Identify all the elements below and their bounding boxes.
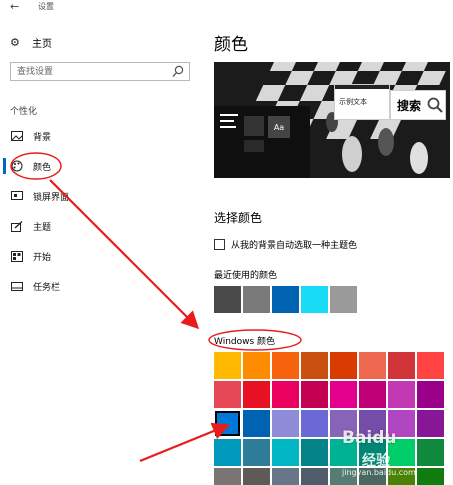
color-swatch[interactable]: [301, 468, 328, 485]
start-menu-preview: [214, 106, 310, 178]
preview-tile: Aa: [268, 116, 290, 138]
sidebar-item-label: 锁屏界面: [33, 192, 70, 203]
color-swatch[interactable]: [272, 410, 299, 437]
sidebar-item-themes[interactable]: 主题: [10, 218, 51, 234]
choose-color-heading: 选择颜色: [214, 211, 263, 225]
theme-brush-icon: [10, 220, 24, 232]
sidebar-item-label: 开始: [33, 252, 52, 263]
color-swatch[interactable]: [301, 410, 328, 437]
sidebar-item-start[interactable]: 开始: [10, 248, 51, 264]
watermark-url: jingyan.baidu.com: [342, 468, 416, 477]
auto-pick-accent-checkbox[interactable]: 从我的背景自动选取一种主题色: [214, 238, 357, 251]
sidebar-item-label: 任务栏: [33, 282, 61, 293]
watermark-sub: 经验: [362, 453, 390, 469]
search-callout-button[interactable]: 搜索: [390, 90, 446, 120]
title-bar: ← 设置: [0, 0, 453, 14]
color-swatch[interactable]: [301, 439, 328, 466]
color-swatch[interactable]: [243, 381, 270, 408]
color-swatch[interactable]: [301, 352, 328, 379]
section-label: 个性化: [10, 107, 38, 117]
color-swatch-selected[interactable]: [214, 410, 241, 437]
sidebar-item-label: 颜色: [33, 162, 52, 173]
sidebar-item-background[interactable]: 背景: [10, 128, 51, 144]
color-swatch[interactable]: [243, 352, 270, 379]
settings-search-box[interactable]: [10, 62, 190, 81]
color-swatch[interactable]: [330, 352, 357, 379]
window-title: 设置: [38, 2, 54, 11]
color-swatch[interactable]: [388, 352, 415, 379]
color-swatch[interactable]: [272, 352, 299, 379]
color-swatch[interactable]: [243, 468, 270, 485]
color-swatch[interactable]: [388, 381, 415, 408]
color-swatch[interactable]: [214, 352, 241, 379]
sidebar-item-lock-screen[interactable]: 锁屏界面: [10, 188, 69, 204]
color-swatch[interactable]: [330, 381, 357, 408]
home-label: 主页: [32, 38, 52, 50]
color-swatch[interactable]: [272, 468, 299, 485]
home-nav-item[interactable]: ⚙ 主页: [10, 34, 52, 50]
color-swatch[interactable]: [272, 439, 299, 466]
color-swatch[interactable]: [243, 439, 270, 466]
lock-screen-icon: [10, 190, 24, 202]
start-grid-icon: [10, 250, 24, 262]
color-swatch[interactable]: [214, 439, 241, 466]
sidebar-item-colors[interactable]: 颜色: [10, 158, 51, 174]
palette-icon: [10, 160, 24, 172]
color-swatch[interactable]: [243, 410, 270, 437]
color-swatch[interactable]: [359, 352, 386, 379]
recent-color-swatch[interactable]: [243, 286, 270, 313]
color-swatch[interactable]: [214, 468, 241, 485]
sample-window: 示例文本: [334, 84, 390, 120]
taskbar-icon: [10, 280, 24, 292]
baidu-logo: Baidu: [342, 428, 397, 448]
sample-text: 示例文本: [339, 98, 367, 106]
magnifier-icon: [427, 97, 443, 113]
checkbox-label: 从我的背景自动选取一种主题色: [231, 241, 358, 251]
picture-icon: [10, 130, 24, 142]
page-title: 颜色: [214, 35, 248, 55]
sidebar-item-taskbar[interactable]: 任务栏: [10, 278, 60, 294]
search-icon[interactable]: [172, 65, 184, 78]
color-swatch[interactable]: [359, 381, 386, 408]
windows-colors-label: Windows 颜色: [214, 337, 276, 347]
recent-colors-label: 最近使用的颜色: [214, 271, 278, 281]
recent-color-swatch[interactable]: [214, 286, 241, 313]
back-arrow-icon[interactable]: ←: [10, 0, 22, 14]
gear-icon: ⚙: [10, 35, 20, 49]
color-swatch[interactable]: [272, 381, 299, 408]
checkbox-box[interactable]: [214, 239, 225, 250]
theme-preview: Aa 示例文本: [214, 62, 450, 178]
sidebar-item-label: 主题: [33, 222, 52, 233]
annotation-arrow-to-windows-colors: [49, 179, 200, 330]
selection-indicator: [3, 158, 6, 174]
search-callout-label: 搜索: [397, 98, 422, 113]
watermark: Baidu 经验 jingyan.baidu.com: [342, 428, 450, 482]
search-input[interactable]: [11, 63, 169, 80]
color-swatch[interactable]: [214, 381, 241, 408]
recent-color-swatch[interactable]: [301, 286, 328, 313]
color-swatch[interactable]: [417, 352, 444, 379]
recent-color-swatch[interactable]: [272, 286, 299, 313]
sidebar-item-label: 背景: [33, 132, 52, 143]
recent-color-swatch[interactable]: [330, 286, 357, 313]
color-swatch[interactable]: [417, 381, 444, 408]
color-swatch[interactable]: [301, 381, 328, 408]
